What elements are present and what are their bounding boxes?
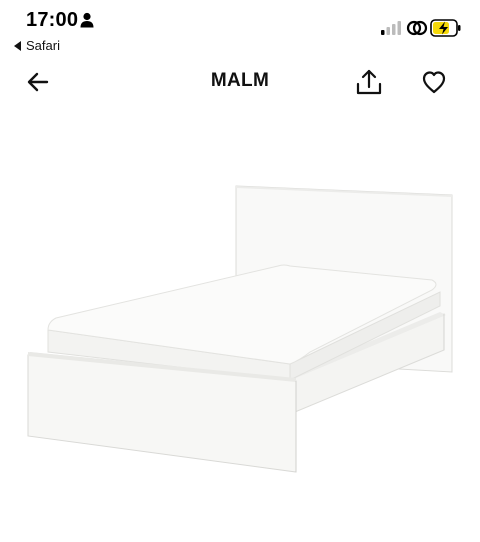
navigation-bar: MALM <box>0 60 480 104</box>
product-image <box>27 185 453 473</box>
battery-charging-icon <box>430 19 461 37</box>
status-time: 17:00 <box>26 9 79 31</box>
back-to-safari-link[interactable]: Safari <box>14 38 60 53</box>
status-bar: 17:00 Safari <box>0 0 480 58</box>
share-icon[interactable] <box>354 67 384 97</box>
page-title: MALM <box>210 70 270 91</box>
screen: 17:00 Safari MALM <box>0 0 480 542</box>
person-icon <box>80 12 94 28</box>
signal-icon <box>381 21 401 35</box>
link-icon <box>406 20 428 36</box>
back-caret-icon <box>14 40 21 51</box>
back-to-app-label: Safari <box>26 38 60 53</box>
bed-illustration <box>27 185 453 473</box>
heart-icon[interactable] <box>420 68 448 96</box>
